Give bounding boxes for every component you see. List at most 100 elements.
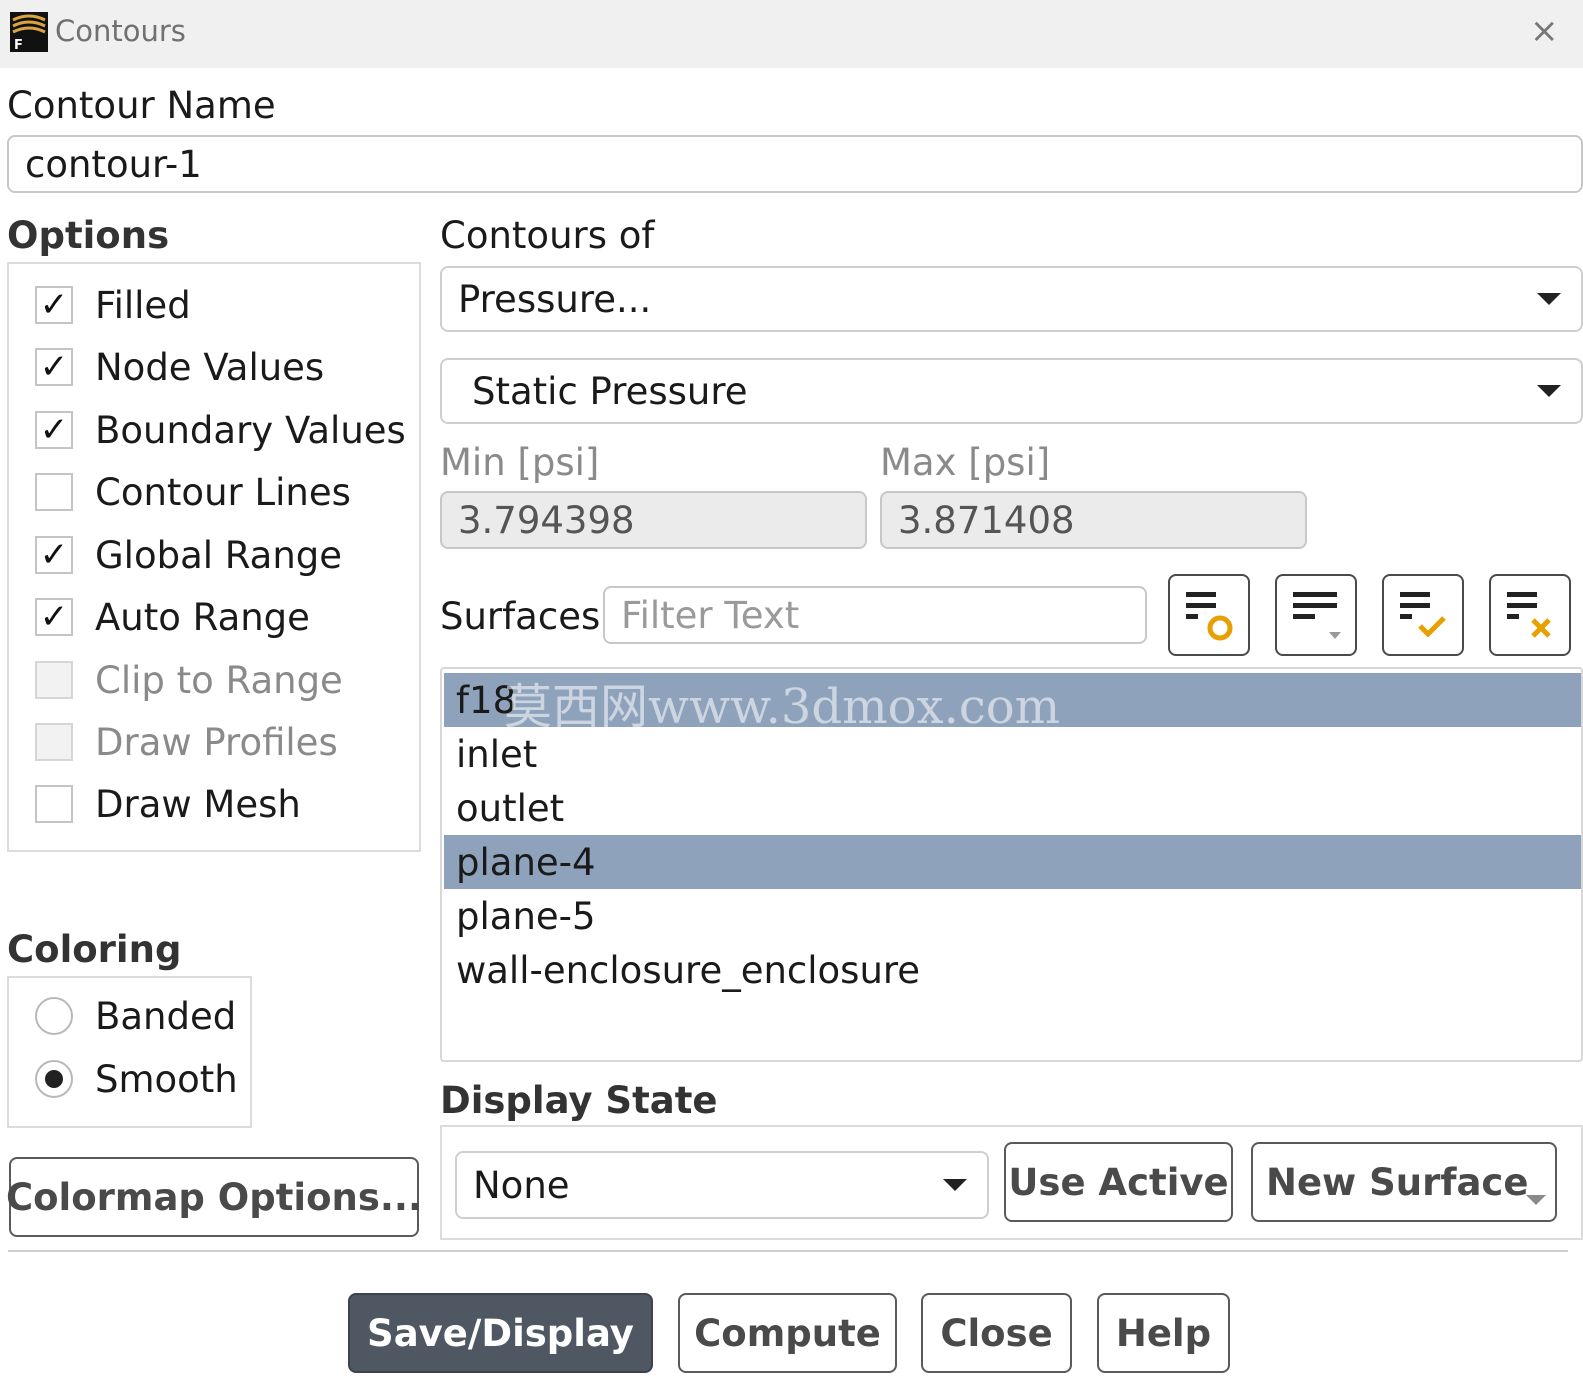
auto-range-checkbox[interactable]: ✓: [35, 598, 73, 636]
global-range-label: Global Range: [95, 533, 343, 577]
clip-to-range-label: Clip to Range: [95, 658, 343, 702]
coloring-heading: Coloring: [7, 928, 182, 971]
select-all-button[interactable]: [1382, 574, 1464, 656]
surfaces-list[interactable]: f18 inlet outlet plane-4 plane-5 wall-en…: [440, 667, 1583, 1062]
min-label: Min [psi]: [440, 441, 600, 484]
option-global-range[interactable]: ✓ Global Range: [35, 530, 342, 580]
help-button[interactable]: Help: [1097, 1293, 1230, 1373]
checkmark-icon: ✓: [39, 347, 69, 387]
select-new-surfaces-button[interactable]: [1168, 574, 1250, 656]
checkmark-icon: ✓: [39, 597, 69, 637]
option-draw-mesh[interactable]: Draw Mesh: [35, 779, 301, 829]
close-button[interactable]: Close: [921, 1293, 1072, 1373]
checkmark-icon: ✓: [39, 410, 69, 450]
chevron-down-icon: [1526, 1195, 1546, 1205]
radio-selected-dot: [45, 1070, 63, 1088]
filled-label: Filled: [95, 283, 191, 327]
min-value: 3.794398: [458, 498, 635, 542]
smooth-label: Smooth: [95, 1057, 238, 1101]
surface-item-label: outlet: [456, 786, 565, 830]
contours-of-variable-select[interactable]: Static Pressure: [440, 358, 1583, 424]
node-values-checkbox[interactable]: ✓: [35, 348, 73, 386]
auto-range-label: Auto Range: [95, 595, 310, 639]
draw-profiles-label: Draw Profiles: [95, 720, 338, 764]
chevron-down-icon: [1537, 293, 1561, 305]
save-display-button[interactable]: Save/Display: [348, 1293, 653, 1373]
min-value-field: 3.794398: [440, 491, 867, 549]
options-group: ✓ Filled ✓ Node Values ✓ Boundary Values…: [7, 262, 421, 852]
contours-of-variable-value: Static Pressure: [472, 369, 748, 413]
window-title: Contours: [55, 14, 186, 48]
colormap-options-button[interactable]: Colormap Options...: [6, 1157, 422, 1237]
surface-filter-input[interactable]: Filter Text: [603, 586, 1147, 644]
contours-of-category-value: Pressure...: [458, 277, 652, 321]
surface-item-outlet[interactable]: outlet: [444, 781, 1581, 835]
svg-text:F: F: [14, 38, 23, 52]
contour-name-value: contour-1: [25, 142, 202, 186]
footer-divider: [8, 1250, 1568, 1252]
select-all-icon: [1400, 592, 1446, 638]
max-label: Max [psi]: [880, 441, 1051, 484]
select-new-surfaces-icon: [1186, 592, 1233, 641]
coloring-smooth-option[interactable]: Smooth: [35, 1054, 238, 1104]
boundary-values-checkbox[interactable]: ✓: [35, 411, 73, 449]
watermark-text: 莫西网www.3dmox.com: [504, 679, 1061, 735]
banded-label: Banded: [95, 994, 237, 1038]
contour-name-label: Contour Name: [7, 84, 276, 127]
surface-filter-placeholder: Filter Text: [621, 593, 800, 637]
global-range-checkbox[interactable]: ✓: [35, 536, 73, 574]
sort-list-icon: [1293, 592, 1341, 639]
max-value: 3.871408: [898, 498, 1075, 542]
display-state-heading: Display State: [440, 1079, 718, 1122]
sort-list-button[interactable]: [1275, 574, 1357, 656]
surface-item-wall-enclosure[interactable]: wall-enclosure_enclosure: [444, 943, 1581, 997]
options-heading: Options: [7, 214, 170, 257]
surface-item-label: wall-enclosure_enclosure: [456, 948, 921, 992]
option-clip-to-range: Clip to Range: [35, 655, 343, 705]
option-contour-lines[interactable]: Contour Lines: [35, 467, 351, 517]
draw-mesh-label: Draw Mesh: [95, 782, 301, 826]
title-bar: [0, 0, 1583, 68]
option-node-values[interactable]: ✓ Node Values: [35, 342, 324, 392]
draw-mesh-checkbox[interactable]: [35, 785, 73, 823]
node-values-label: Node Values: [95, 345, 325, 389]
surface-item-label: plane-4: [456, 840, 596, 884]
display-state-value: None: [473, 1163, 570, 1207]
surface-item-label: inlet: [456, 732, 538, 776]
boundary-values-label: Boundary Values: [95, 408, 406, 452]
chevron-down-icon: [943, 1179, 967, 1191]
coloring-banded-option[interactable]: Banded: [35, 991, 236, 1041]
chevron-down-icon: [1537, 385, 1561, 397]
coloring-group: Banded Smooth: [7, 976, 252, 1128]
max-value-field: 3.871408: [880, 491, 1307, 549]
contour-lines-checkbox[interactable]: [35, 473, 73, 511]
contours-of-label: Contours of: [440, 214, 655, 257]
option-boundary-values[interactable]: ✓ Boundary Values: [35, 405, 406, 455]
checkmark-icon: ✓: [39, 535, 69, 575]
compute-button[interactable]: Compute: [678, 1293, 897, 1373]
surface-item-plane-5[interactable]: plane-5: [444, 889, 1581, 943]
use-active-button[interactable]: Use Active: [1004, 1142, 1233, 1222]
contour-name-input[interactable]: contour-1: [7, 135, 1583, 193]
checkmark-icon: ✓: [39, 285, 69, 325]
new-surface-button[interactable]: New Surface: [1251, 1142, 1557, 1222]
clip-to-range-checkbox: [35, 661, 73, 699]
surface-item-label: plane-5: [456, 894, 596, 938]
option-filled[interactable]: ✓ Filled: [35, 280, 191, 330]
draw-profiles-checkbox: [35, 723, 73, 761]
display-state-select[interactable]: None: [455, 1151, 989, 1219]
contours-of-category-select[interactable]: Pressure...: [440, 266, 1583, 332]
smooth-radio[interactable]: [35, 1060, 73, 1098]
option-auto-range[interactable]: ✓ Auto Range: [35, 592, 310, 642]
deselect-all-icon: [1507, 592, 1551, 638]
option-draw-profiles: Draw Profiles: [35, 717, 338, 767]
banded-radio[interactable]: [35, 997, 73, 1035]
surface-item-plane-4[interactable]: plane-4: [444, 835, 1581, 889]
new-surface-label: New Surface: [1266, 1160, 1529, 1204]
contour-lines-label: Contour Lines: [95, 470, 351, 514]
deselect-all-button[interactable]: [1489, 574, 1571, 656]
close-window-icon[interactable]: ×: [1530, 14, 1559, 48]
filled-checkbox[interactable]: ✓: [35, 286, 73, 324]
surfaces-label: Surfaces: [440, 595, 601, 638]
fluent-logo-icon: F: [10, 12, 48, 53]
